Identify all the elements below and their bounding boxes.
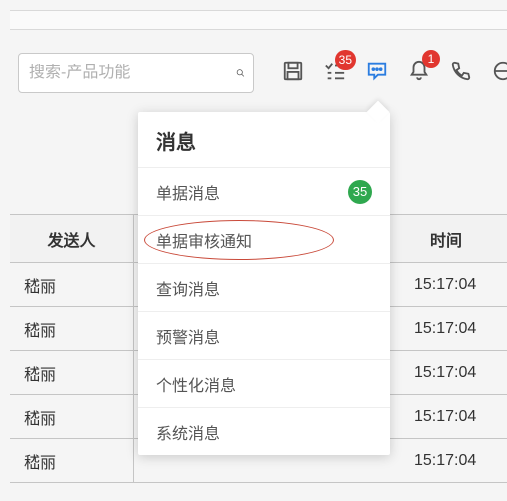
col-sender: 发送人 [10,215,134,262]
cell-sender: 嵇丽 [10,307,134,350]
cell-sender: 嵇丽 [10,263,134,306]
message-dropdown: 消息 单据消息 35 单据审核通知 查询消息 预警消息 个性化消息 系统消息 [138,112,390,455]
dropdown-item-label: 单据消息 [156,180,220,204]
dropdown-item-gexing[interactable]: 个性化消息 [138,359,390,407]
dropdown-item-yujing[interactable]: 预警消息 [138,311,390,359]
dropdown-item-label: 个性化消息 [156,372,236,396]
checklist-badge: 35 [335,50,356,70]
checklist-button[interactable]: 35 [324,60,346,87]
save-icon [282,60,304,82]
search-box[interactable] [18,53,254,93]
dropdown-item-chaxun[interactable]: 查询消息 [138,263,390,311]
dropdown-item-label: 单据审核通知 [156,228,252,252]
extra-button[interactable] [492,60,507,87]
dropdown-item-danju[interactable]: 单据消息 35 [138,167,390,215]
phone-button[interactable] [450,60,472,87]
dropdown-item-label: 查询消息 [156,276,220,300]
dropdown-item-label: 预警消息 [156,324,220,348]
chat-button[interactable] [366,60,388,87]
dropdown-item-xitong[interactable]: 系统消息 [138,407,390,455]
save-button[interactable] [282,60,304,87]
tool-icons: 35 1 [282,60,507,87]
dropdown-item-label: 系统消息 [156,420,220,444]
chat-icon [366,60,388,82]
top-band [10,10,507,30]
search-input[interactable] [29,64,236,82]
dropdown-title: 消息 [138,112,390,167]
toolbar: 35 1 [0,48,507,98]
count-badge: 35 [348,180,372,204]
cell-sender: 嵇丽 [10,439,134,482]
bell-button[interactable]: 1 [408,60,430,87]
phone-icon [450,60,472,82]
cell-sender: 嵇丽 [10,395,134,438]
search-icon[interactable] [236,64,245,82]
bell-badge: 1 [422,50,440,68]
cell-sender: 嵇丽 [10,351,134,394]
globe-icon [492,60,507,82]
dropdown-item-shenhe[interactable]: 单据审核通知 [138,215,390,263]
